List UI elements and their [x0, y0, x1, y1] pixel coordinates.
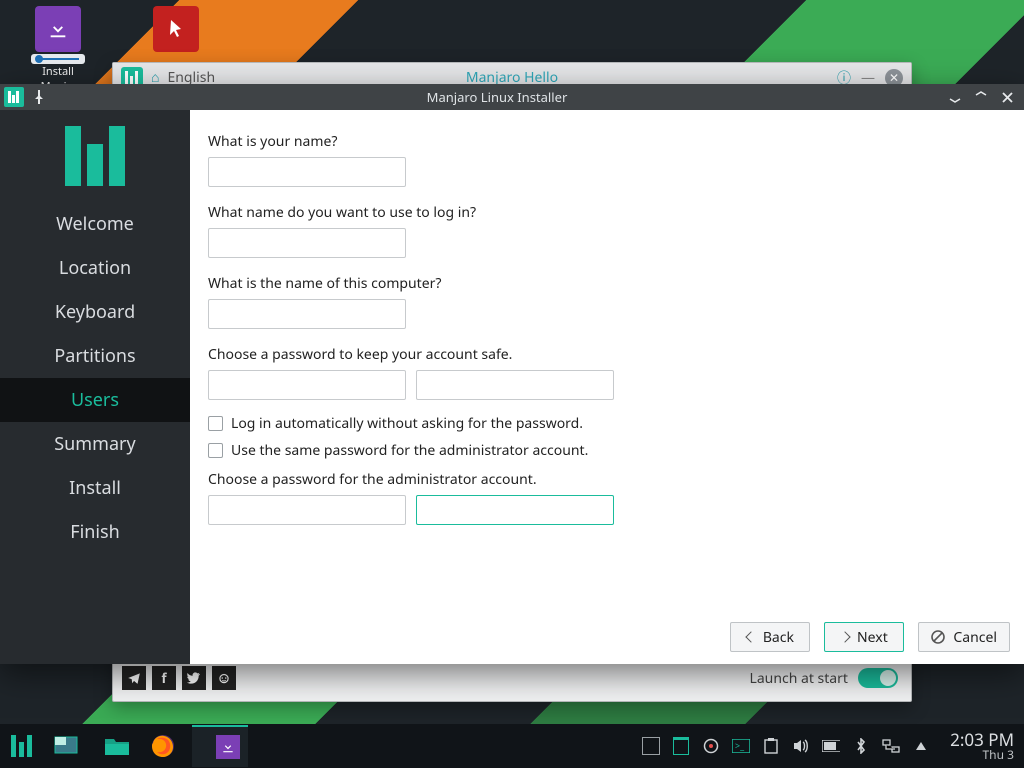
show-desktop-icon[interactable] — [642, 737, 660, 755]
window-maximize-icon[interactable] — [974, 90, 988, 104]
checkbox-autologin[interactable] — [208, 416, 223, 431]
cancel-label: Cancel — [953, 628, 997, 647]
input-admin-password-confirm[interactable] — [416, 495, 614, 525]
svg-text:>_: >_ — [735, 739, 745, 752]
label-admin-password: Choose a password for the administrator … — [208, 470, 1006, 489]
window-minimize-icon[interactable] — [948, 90, 962, 104]
sidebar-item-users[interactable]: Users — [0, 378, 190, 422]
window-installer: Manjaro Linux Installer Welcome Location… — [0, 84, 1024, 664]
battery-icon[interactable] — [822, 737, 840, 755]
cancel-icon — [931, 630, 945, 644]
sidebar-item-install[interactable]: Install — [0, 466, 190, 510]
tray-expand-icon[interactable] — [912, 737, 930, 755]
twitter-icon[interactable] — [182, 666, 206, 690]
sidebar-item-finish[interactable]: Finish — [0, 510, 190, 554]
manjaro-logo-icon — [65, 126, 125, 186]
telegram-icon[interactable] — [122, 666, 146, 690]
launch-label: Launch at start — [749, 669, 848, 688]
reddit-icon[interactable] — [212, 666, 236, 690]
manjaro-badge-icon — [4, 87, 24, 107]
taskbar: >_ 2:03 PM Thu 3 — [0, 724, 1024, 768]
bluetooth-icon[interactable] — [852, 737, 870, 755]
download-icon — [35, 6, 81, 52]
hello-launch-row: Launch at start — [749, 668, 898, 688]
launch-toggle[interactable] — [858, 668, 898, 688]
window-close-icon[interactable] — [1000, 90, 1014, 104]
back-button[interactable]: Back — [730, 622, 810, 652]
download-icon — [216, 735, 240, 759]
pin-icon[interactable] — [32, 90, 46, 104]
sidebar-item-location[interactable]: Location — [0, 246, 190, 290]
installer-titlebar[interactable]: Manjaro Linux Installer — [0, 84, 1024, 110]
desktop-icon-install[interactable]: Install Manj... — [28, 6, 88, 94]
label-autologin: Log in automatically without asking for … — [231, 414, 583, 433]
chevron-right-icon — [839, 631, 850, 642]
task-installer[interactable] — [192, 725, 208, 767]
label-host: What is the name of this computer? — [208, 274, 1006, 293]
facebook-icon[interactable]: f — [152, 666, 176, 690]
installer-title: Manjaro Linux Installer — [46, 88, 948, 106]
checkbox-same-admin-pw[interactable] — [208, 443, 223, 458]
installer-sidebar: Welcome Location Keyboard Partitions Use… — [0, 110, 190, 664]
label-login: What name do you want to use to log in? — [208, 203, 1006, 222]
input-admin-password[interactable] — [208, 495, 406, 525]
pdf-icon — [153, 6, 199, 52]
virtual-desktop-button[interactable] — [44, 724, 88, 768]
label-name: What is your name? — [208, 132, 1006, 151]
sidebar-item-keyboard[interactable]: Keyboard — [0, 290, 190, 334]
start-menu-button[interactable] — [0, 724, 44, 768]
terminal-icon[interactable]: >_ — [732, 737, 750, 755]
input-name[interactable] — [208, 157, 406, 187]
drive-icon — [31, 54, 85, 64]
system-tray: >_ — [642, 737, 930, 755]
next-label: Next — [857, 628, 888, 647]
label-password: Choose a password to keep your account s… — [208, 345, 1006, 364]
clipboard-icon[interactable] — [762, 737, 780, 755]
input-login[interactable] — [208, 228, 406, 258]
input-password-confirm[interactable] — [416, 370, 614, 400]
taskbar-clock[interactable]: 2:03 PM Thu 3 — [942, 731, 1014, 761]
sidebar-item-summary[interactable]: Summary — [0, 422, 190, 466]
update-icon[interactable] — [702, 737, 720, 755]
firefox-button[interactable] — [140, 724, 186, 768]
chevron-left-icon — [745, 631, 756, 642]
installer-content: What is your name? What name do you want… — [190, 110, 1024, 664]
input-host[interactable] — [208, 299, 406, 329]
hello-social-row: f — [122, 666, 236, 690]
sidebar-item-partitions[interactable]: Partitions — [0, 334, 190, 378]
label-same-admin-pw: Use the same password for the administra… — [231, 441, 588, 460]
cancel-button[interactable]: Cancel — [918, 622, 1010, 652]
manjaro-icon — [11, 735, 33, 757]
task-install-media[interactable] — [208, 725, 248, 767]
back-label: Back — [763, 628, 794, 647]
trash-icon[interactable] — [672, 737, 690, 755]
sidebar-item-welcome[interactable]: Welcome — [0, 202, 190, 246]
next-button[interactable]: Next — [824, 622, 904, 652]
volume-icon[interactable] — [792, 737, 810, 755]
input-password[interactable] — [208, 370, 406, 400]
file-manager-button[interactable] — [94, 724, 140, 768]
network-icon[interactable] — [882, 737, 900, 755]
